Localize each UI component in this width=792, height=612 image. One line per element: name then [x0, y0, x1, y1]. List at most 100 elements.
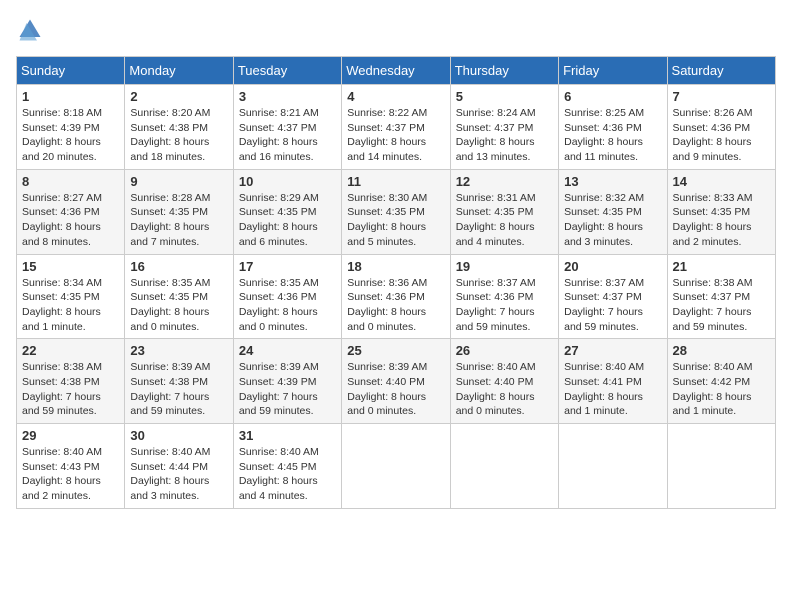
day-number: 13 — [564, 174, 661, 189]
calendar-cell: 27 Sunrise: 8:40 AM Sunset: 4:41 PM Dayl… — [559, 339, 667, 424]
calendar-cell: 7 Sunrise: 8:26 AM Sunset: 4:36 PM Dayli… — [667, 85, 775, 170]
calendar-cell: 21 Sunrise: 8:38 AM Sunset: 4:37 PM Dayl… — [667, 254, 775, 339]
calendar-cell: 17 Sunrise: 8:35 AM Sunset: 4:36 PM Dayl… — [233, 254, 341, 339]
day-number: 17 — [239, 259, 336, 274]
calendar-week-4: 22 Sunrise: 8:38 AM Sunset: 4:38 PM Dayl… — [17, 339, 776, 424]
calendar-cell: 5 Sunrise: 8:24 AM Sunset: 4:37 PM Dayli… — [450, 85, 558, 170]
calendar-cell: 22 Sunrise: 8:38 AM Sunset: 4:38 PM Dayl… — [17, 339, 125, 424]
calendar-cell: 25 Sunrise: 8:39 AM Sunset: 4:40 PM Dayl… — [342, 339, 450, 424]
calendar-cell: 12 Sunrise: 8:31 AM Sunset: 4:35 PM Dayl… — [450, 169, 558, 254]
day-number: 19 — [456, 259, 553, 274]
day-info: Sunrise: 8:39 AM Sunset: 4:38 PM Dayligh… — [130, 360, 227, 419]
day-number: 9 — [130, 174, 227, 189]
day-number: 24 — [239, 343, 336, 358]
day-header-saturday: Saturday — [667, 57, 775, 85]
day-info: Sunrise: 8:40 AM Sunset: 4:43 PM Dayligh… — [22, 445, 119, 504]
day-number: 18 — [347, 259, 444, 274]
day-number: 12 — [456, 174, 553, 189]
calendar-cell: 8 Sunrise: 8:27 AM Sunset: 4:36 PM Dayli… — [17, 169, 125, 254]
day-number: 21 — [673, 259, 770, 274]
day-header-tuesday: Tuesday — [233, 57, 341, 85]
day-number: 15 — [22, 259, 119, 274]
calendar-week-5: 29 Sunrise: 8:40 AM Sunset: 4:43 PM Dayl… — [17, 424, 776, 509]
calendar-cell: 20 Sunrise: 8:37 AM Sunset: 4:37 PM Dayl… — [559, 254, 667, 339]
day-info: Sunrise: 8:28 AM Sunset: 4:35 PM Dayligh… — [130, 191, 227, 250]
day-info: Sunrise: 8:18 AM Sunset: 4:39 PM Dayligh… — [22, 106, 119, 165]
day-info: Sunrise: 8:38 AM Sunset: 4:38 PM Dayligh… — [22, 360, 119, 419]
logo — [16, 16, 48, 44]
day-header-wednesday: Wednesday — [342, 57, 450, 85]
day-number: 14 — [673, 174, 770, 189]
calendar-cell: 29 Sunrise: 8:40 AM Sunset: 4:43 PM Dayl… — [17, 424, 125, 509]
calendar-cell: 9 Sunrise: 8:28 AM Sunset: 4:35 PM Dayli… — [125, 169, 233, 254]
calendar-cell: 23 Sunrise: 8:39 AM Sunset: 4:38 PM Dayl… — [125, 339, 233, 424]
day-number: 27 — [564, 343, 661, 358]
day-info: Sunrise: 8:40 AM Sunset: 4:44 PM Dayligh… — [130, 445, 227, 504]
calendar-cell: 3 Sunrise: 8:21 AM Sunset: 4:37 PM Dayli… — [233, 85, 341, 170]
day-number: 1 — [22, 89, 119, 104]
day-header-monday: Monday — [125, 57, 233, 85]
day-header-sunday: Sunday — [17, 57, 125, 85]
day-number: 7 — [673, 89, 770, 104]
calendar-cell — [559, 424, 667, 509]
calendar-week-2: 8 Sunrise: 8:27 AM Sunset: 4:36 PM Dayli… — [17, 169, 776, 254]
day-number: 30 — [130, 428, 227, 443]
day-info: Sunrise: 8:40 AM Sunset: 4:41 PM Dayligh… — [564, 360, 661, 419]
day-header-friday: Friday — [559, 57, 667, 85]
calendar-week-3: 15 Sunrise: 8:34 AM Sunset: 4:35 PM Dayl… — [17, 254, 776, 339]
day-number: 26 — [456, 343, 553, 358]
day-info: Sunrise: 8:34 AM Sunset: 4:35 PM Dayligh… — [22, 276, 119, 335]
day-number: 5 — [456, 89, 553, 104]
page-header — [16, 16, 776, 44]
day-info: Sunrise: 8:20 AM Sunset: 4:38 PM Dayligh… — [130, 106, 227, 165]
calendar-cell: 28 Sunrise: 8:40 AM Sunset: 4:42 PM Dayl… — [667, 339, 775, 424]
day-number: 25 — [347, 343, 444, 358]
day-number: 10 — [239, 174, 336, 189]
day-info: Sunrise: 8:25 AM Sunset: 4:36 PM Dayligh… — [564, 106, 661, 165]
day-info: Sunrise: 8:35 AM Sunset: 4:36 PM Dayligh… — [239, 276, 336, 335]
calendar-cell — [342, 424, 450, 509]
day-info: Sunrise: 8:32 AM Sunset: 4:35 PM Dayligh… — [564, 191, 661, 250]
day-number: 23 — [130, 343, 227, 358]
calendar-cell: 19 Sunrise: 8:37 AM Sunset: 4:36 PM Dayl… — [450, 254, 558, 339]
day-info: Sunrise: 8:26 AM Sunset: 4:36 PM Dayligh… — [673, 106, 770, 165]
calendar-cell — [450, 424, 558, 509]
day-info: Sunrise: 8:29 AM Sunset: 4:35 PM Dayligh… — [239, 191, 336, 250]
calendar-cell: 10 Sunrise: 8:29 AM Sunset: 4:35 PM Dayl… — [233, 169, 341, 254]
calendar-cell: 11 Sunrise: 8:30 AM Sunset: 4:35 PM Dayl… — [342, 169, 450, 254]
calendar-cell: 6 Sunrise: 8:25 AM Sunset: 4:36 PM Dayli… — [559, 85, 667, 170]
day-info: Sunrise: 8:36 AM Sunset: 4:36 PM Dayligh… — [347, 276, 444, 335]
day-number: 4 — [347, 89, 444, 104]
day-info: Sunrise: 8:37 AM Sunset: 4:37 PM Dayligh… — [564, 276, 661, 335]
calendar-week-1: 1 Sunrise: 8:18 AM Sunset: 4:39 PM Dayli… — [17, 85, 776, 170]
day-info: Sunrise: 8:22 AM Sunset: 4:37 PM Dayligh… — [347, 106, 444, 165]
day-number: 31 — [239, 428, 336, 443]
calendar-cell: 30 Sunrise: 8:40 AM Sunset: 4:44 PM Dayl… — [125, 424, 233, 509]
day-info: Sunrise: 8:24 AM Sunset: 4:37 PM Dayligh… — [456, 106, 553, 165]
day-info: Sunrise: 8:30 AM Sunset: 4:35 PM Dayligh… — [347, 191, 444, 250]
day-info: Sunrise: 8:33 AM Sunset: 4:35 PM Dayligh… — [673, 191, 770, 250]
day-number: 3 — [239, 89, 336, 104]
calendar-cell: 24 Sunrise: 8:39 AM Sunset: 4:39 PM Dayl… — [233, 339, 341, 424]
day-info: Sunrise: 8:35 AM Sunset: 4:35 PM Dayligh… — [130, 276, 227, 335]
day-number: 28 — [673, 343, 770, 358]
calendar-cell: 14 Sunrise: 8:33 AM Sunset: 4:35 PM Dayl… — [667, 169, 775, 254]
day-number: 22 — [22, 343, 119, 358]
calendar-table: SundayMondayTuesdayWednesdayThursdayFrid… — [16, 56, 776, 509]
day-info: Sunrise: 8:37 AM Sunset: 4:36 PM Dayligh… — [456, 276, 553, 335]
calendar-cell: 16 Sunrise: 8:35 AM Sunset: 4:35 PM Dayl… — [125, 254, 233, 339]
calendar-cell: 1 Sunrise: 8:18 AM Sunset: 4:39 PM Dayli… — [17, 85, 125, 170]
calendar-cell: 31 Sunrise: 8:40 AM Sunset: 4:45 PM Dayl… — [233, 424, 341, 509]
day-info: Sunrise: 8:27 AM Sunset: 4:36 PM Dayligh… — [22, 191, 119, 250]
day-info: Sunrise: 8:39 AM Sunset: 4:39 PM Dayligh… — [239, 360, 336, 419]
day-info: Sunrise: 8:21 AM Sunset: 4:37 PM Dayligh… — [239, 106, 336, 165]
calendar-cell: 4 Sunrise: 8:22 AM Sunset: 4:37 PM Dayli… — [342, 85, 450, 170]
day-info: Sunrise: 8:40 AM Sunset: 4:45 PM Dayligh… — [239, 445, 336, 504]
day-info: Sunrise: 8:31 AM Sunset: 4:35 PM Dayligh… — [456, 191, 553, 250]
calendar-cell: 15 Sunrise: 8:34 AM Sunset: 4:35 PM Dayl… — [17, 254, 125, 339]
logo-icon — [16, 16, 44, 44]
calendar-cell: 2 Sunrise: 8:20 AM Sunset: 4:38 PM Dayli… — [125, 85, 233, 170]
day-number: 2 — [130, 89, 227, 104]
calendar-cell: 13 Sunrise: 8:32 AM Sunset: 4:35 PM Dayl… — [559, 169, 667, 254]
calendar-header-row: SundayMondayTuesdayWednesdayThursdayFrid… — [17, 57, 776, 85]
